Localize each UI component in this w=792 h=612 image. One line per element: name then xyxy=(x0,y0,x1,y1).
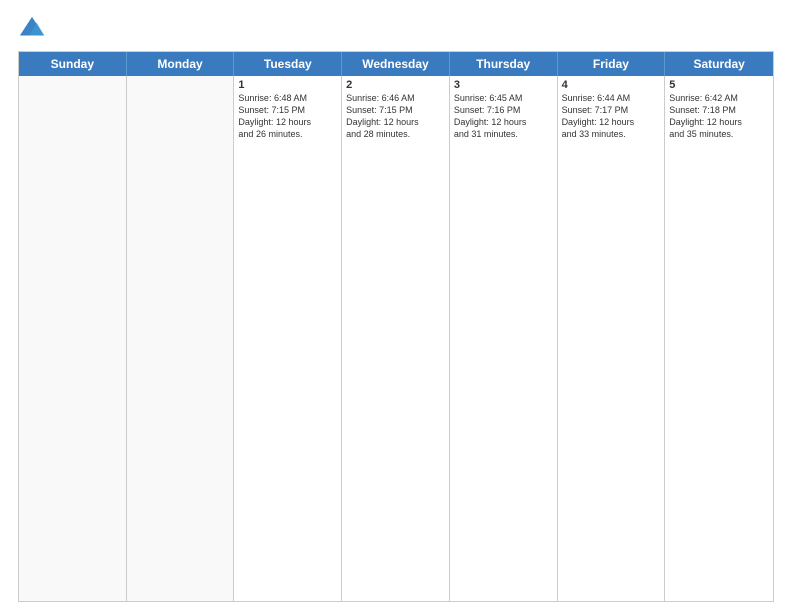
logo-icon xyxy=(18,15,46,43)
cell-info: Sunrise: 6:44 AM Sunset: 7:17 PM Dayligh… xyxy=(562,92,661,141)
day-number: 5 xyxy=(669,79,769,91)
day-number: 4 xyxy=(562,79,661,91)
calendar: SundayMondayTuesdayWednesdayThursdayFrid… xyxy=(18,51,774,602)
cell-info: Sunrise: 6:45 AM Sunset: 7:16 PM Dayligh… xyxy=(454,92,553,141)
header-day-friday: Friday xyxy=(558,52,666,76)
logo xyxy=(18,15,50,43)
day-number: 3 xyxy=(454,79,553,91)
day-number: 2 xyxy=(346,79,445,91)
header xyxy=(18,15,774,43)
cell-info: Sunrise: 6:48 AM Sunset: 7:15 PM Dayligh… xyxy=(238,92,337,141)
cal-cell xyxy=(19,76,127,601)
calendar-header: SundayMondayTuesdayWednesdayThursdayFrid… xyxy=(19,52,773,76)
cell-info: Sunrise: 6:46 AM Sunset: 7:15 PM Dayligh… xyxy=(346,92,445,141)
day-number: 1 xyxy=(238,79,337,91)
header-day-saturday: Saturday xyxy=(665,52,773,76)
cell-info: Sunrise: 6:42 AM Sunset: 7:18 PM Dayligh… xyxy=(669,92,769,141)
cal-cell xyxy=(127,76,235,601)
cal-cell: 4Sunrise: 6:44 AM Sunset: 7:17 PM Daylig… xyxy=(558,76,666,601)
header-day-tuesday: Tuesday xyxy=(234,52,342,76)
header-day-monday: Monday xyxy=(127,52,235,76)
page: SundayMondayTuesdayWednesdayThursdayFrid… xyxy=(0,0,792,612)
header-day-wednesday: Wednesday xyxy=(342,52,450,76)
calendar-body: 1Sunrise: 6:48 AM Sunset: 7:15 PM Daylig… xyxy=(19,76,773,601)
header-day-sunday: Sunday xyxy=(19,52,127,76)
cal-cell: 2Sunrise: 6:46 AM Sunset: 7:15 PM Daylig… xyxy=(342,76,450,601)
cal-cell: 3Sunrise: 6:45 AM Sunset: 7:16 PM Daylig… xyxy=(450,76,558,601)
calendar-row-1: 1Sunrise: 6:48 AM Sunset: 7:15 PM Daylig… xyxy=(19,76,773,601)
cal-cell: 1Sunrise: 6:48 AM Sunset: 7:15 PM Daylig… xyxy=(234,76,342,601)
header-day-thursday: Thursday xyxy=(450,52,558,76)
cal-cell: 5Sunrise: 6:42 AM Sunset: 7:18 PM Daylig… xyxy=(665,76,773,601)
